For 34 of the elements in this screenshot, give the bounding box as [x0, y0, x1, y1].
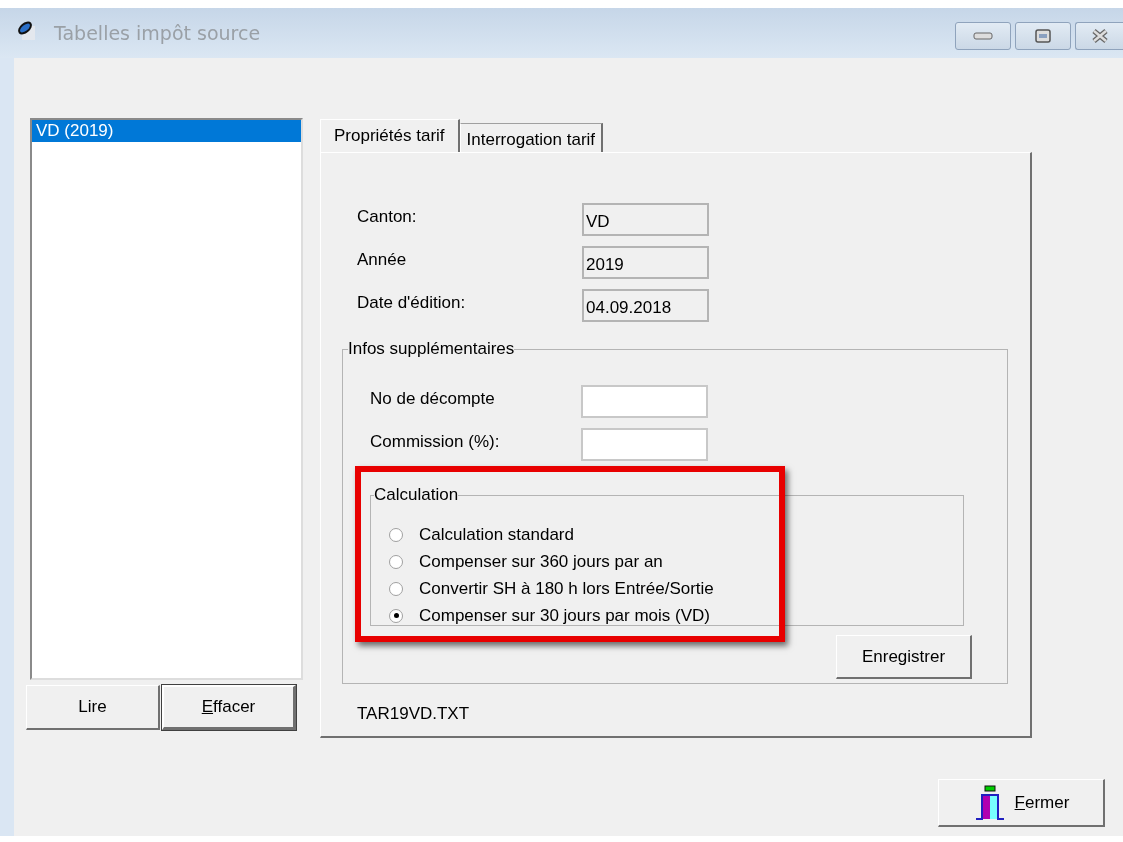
radio-label: Calculation standard — [419, 524, 574, 545]
input-field[interactable] — [581, 385, 708, 418]
minimize-icon — [973, 32, 993, 40]
input-field[interactable]: VD — [582, 203, 709, 236]
input-field[interactable] — [581, 428, 708, 461]
file-name: TAR19VD.TXT — [357, 704, 470, 724]
input-field[interactable]: 2019 — [582, 246, 709, 279]
close-icon — [1090, 28, 1109, 44]
radio-label: Compenser sur 30 jours par mois (VD) — [419, 605, 710, 626]
radio-button[interactable] — [389, 527, 403, 542]
radio-button[interactable] — [389, 581, 403, 596]
list-button[interactable]: Effacer — [162, 685, 296, 730]
field-label: Année — [357, 249, 408, 271]
close-button[interactable]: Fermer — [938, 779, 1105, 827]
maximize-button[interactable] — [1015, 22, 1071, 50]
group-title: Infos supplémentaires — [348, 339, 515, 359]
list-item[interactable]: VD (2019) — [32, 120, 301, 142]
save-button[interactable]: Enregistrer — [836, 635, 972, 679]
minimize-button[interactable] — [955, 22, 1011, 50]
radio-button[interactable] — [389, 554, 403, 569]
field-label: Date d'édition: — [357, 292, 467, 314]
tab[interactable]: Propriétés tarif — [320, 119, 460, 152]
maximize-icon — [1035, 29, 1051, 43]
list-button[interactable]: Lire — [26, 685, 160, 730]
tab[interactable]: Interrogation tarif — [459, 123, 604, 152]
radio-button[interactable] — [389, 608, 403, 623]
field-label: No de décompte — [370, 388, 496, 410]
input-field[interactable]: 04.09.2018 — [582, 289, 709, 322]
window-title: Tabelles impôt source — [54, 22, 261, 44]
field-label: Canton: — [357, 206, 418, 228]
radio-label: Compenser sur 360 jours par an — [419, 551, 663, 572]
field-label: Commission (%): — [370, 431, 501, 453]
radio-label: Convertir SH à 180 h lors Entrée/Sortie — [419, 578, 714, 599]
close-button[interactable] — [1075, 22, 1123, 50]
